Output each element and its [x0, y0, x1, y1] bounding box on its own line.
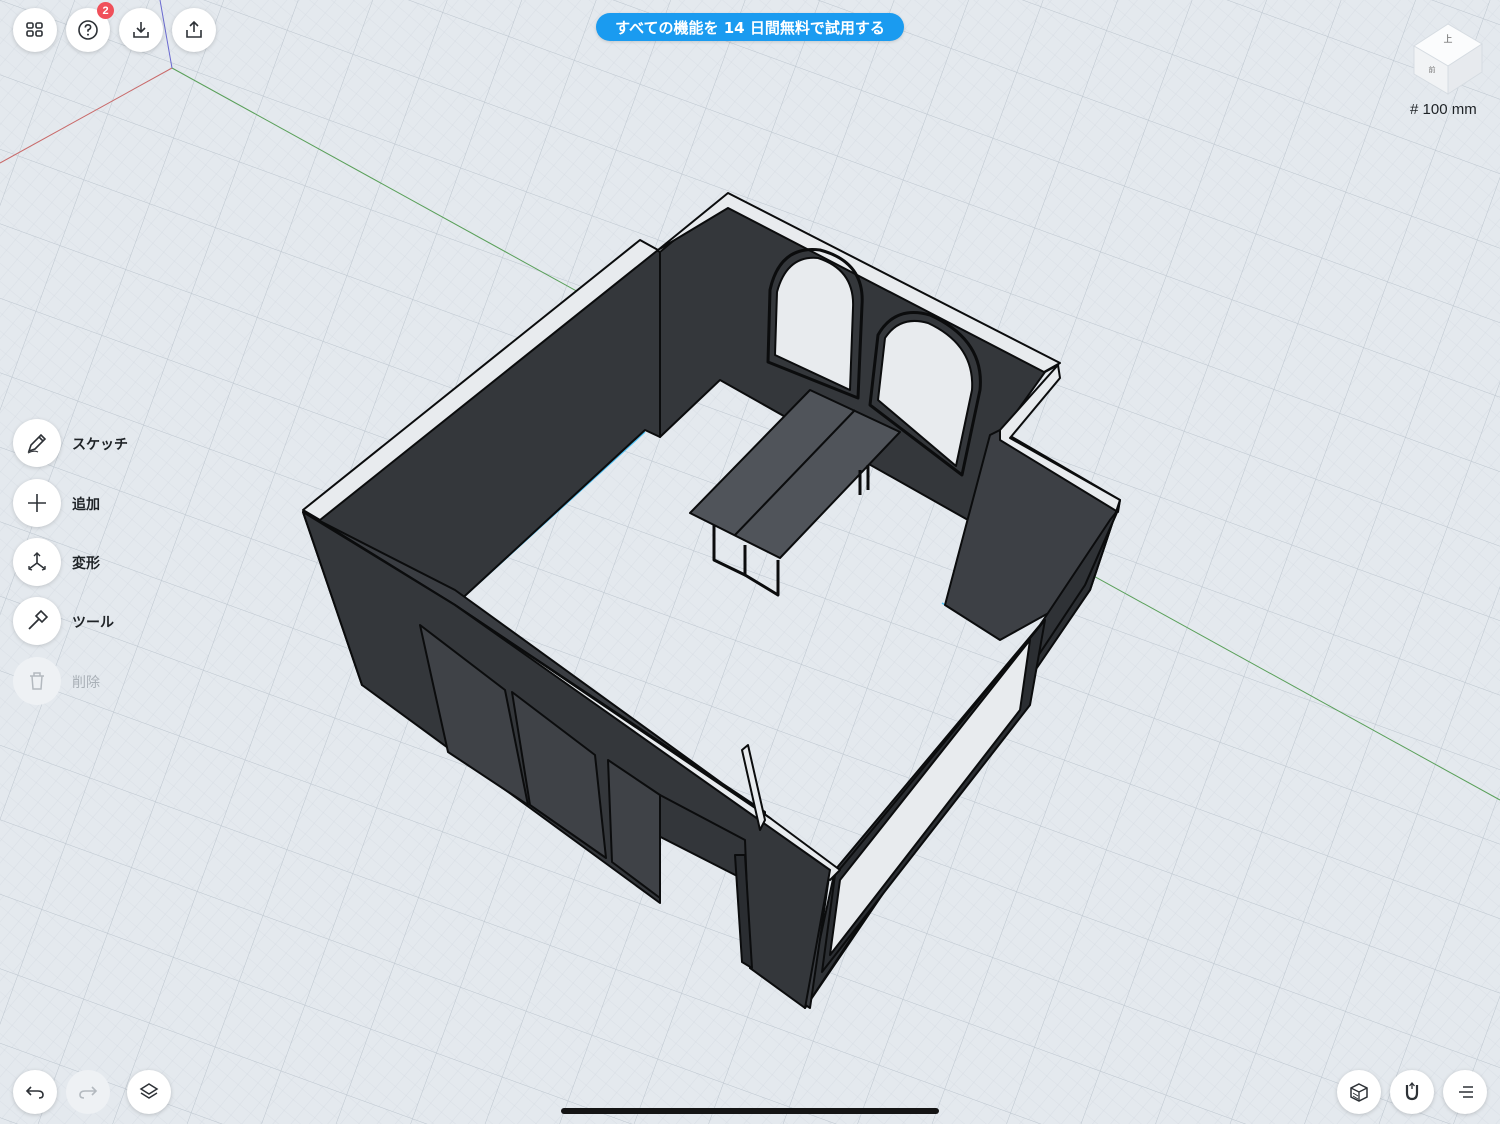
plus-icon	[28, 494, 46, 512]
redo-button[interactable]	[66, 1070, 110, 1114]
redo-icon	[79, 1086, 98, 1099]
home-indicator	[561, 1108, 939, 1114]
grid-icon	[26, 22, 43, 37]
snap-magnet-icon	[1405, 1081, 1419, 1101]
share-icon	[186, 20, 202, 38]
download-icon	[133, 22, 149, 38]
menu-button[interactable]	[1443, 1070, 1487, 1114]
tool-label-sketch: スケッチ	[72, 437, 128, 453]
transform-tool-button[interactable]	[13, 538, 61, 586]
view-cube-front-label: 前	[1429, 65, 1436, 74]
add-tool-button[interactable]	[13, 479, 61, 527]
delete-tool-button[interactable]	[13, 657, 61, 705]
tool-label-delete: 削除	[72, 675, 100, 691]
layers-icon	[139, 1083, 159, 1099]
grid-size-label: # 100 mm	[1410, 101, 1477, 118]
view-style-icon	[1350, 1083, 1368, 1102]
tools-tool-button[interactable]	[13, 597, 61, 645]
import-button[interactable]	[119, 8, 163, 52]
help-badge: 2	[97, 2, 114, 19]
undo-button[interactable]	[13, 1070, 57, 1114]
tool-label-tools: ツール	[72, 615, 114, 631]
menu-icon	[1459, 1086, 1473, 1098]
undo-icon	[25, 1086, 44, 1099]
snap-button[interactable]	[1390, 1070, 1434, 1114]
layers-button[interactable]	[127, 1070, 171, 1114]
trash-icon	[30, 672, 44, 690]
grid-menu-button[interactable]	[13, 8, 57, 52]
free-trial-banner[interactable]: すべての機能を 14 日間無料で試用する	[596, 13, 904, 41]
transform-icon	[28, 552, 46, 571]
tool-label-add: 追加	[72, 497, 100, 513]
hammer-icon	[28, 609, 49, 630]
sketch-tool-button[interactable]	[13, 419, 61, 467]
export-button[interactable]	[172, 8, 216, 52]
view-cube-face-label: 上	[1443, 34, 1452, 45]
view-cube[interactable]: 上 前	[1410, 16, 1486, 96]
help-button[interactable]: 2	[66, 2, 114, 52]
viewport-canvas[interactable]	[0, 0, 1500, 1124]
pencil-icon	[27, 433, 47, 454]
tool-label-transform: 変形	[72, 556, 100, 572]
view-style-button[interactable]	[1337, 1070, 1381, 1114]
help-icon	[78, 20, 98, 40]
